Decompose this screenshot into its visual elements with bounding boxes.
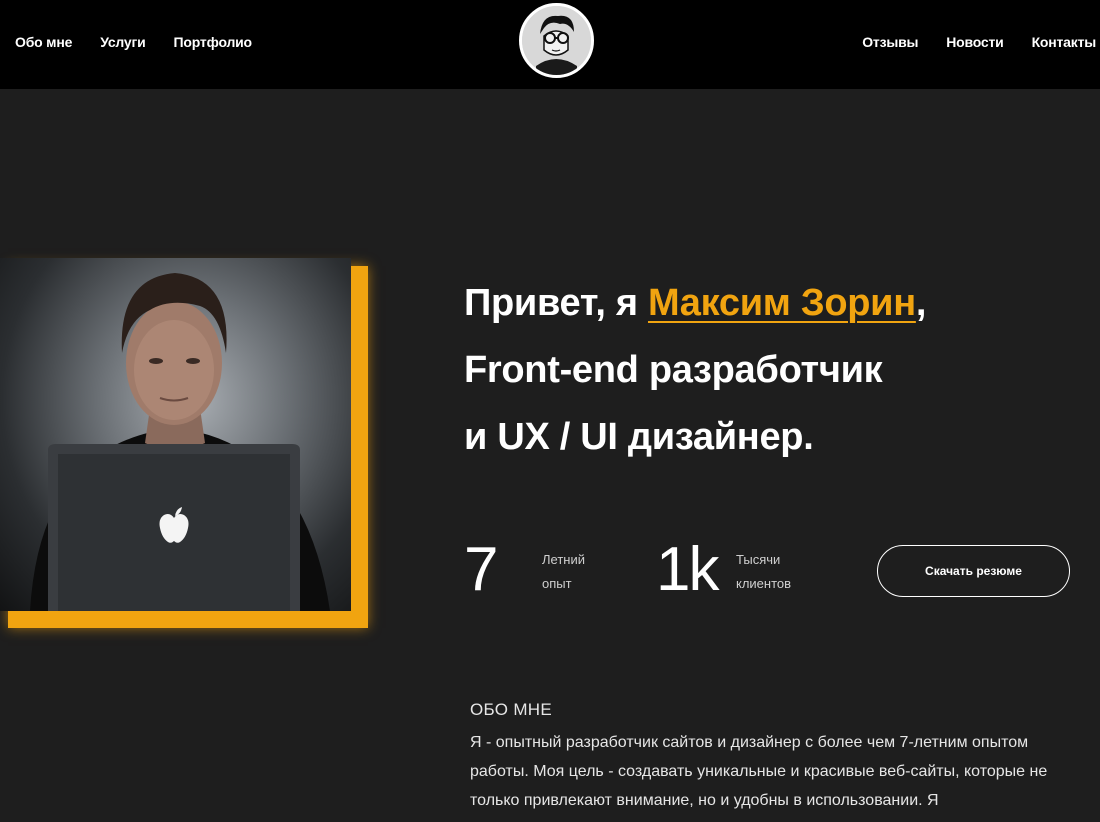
download-resume-button[interactable]: Скачать резюме <box>877 545 1070 597</box>
stat-experience-label: Летний опыт <box>542 548 585 596</box>
hero-photo <box>0 258 351 611</box>
about-section-title: ОБО МНЕ <box>470 700 553 719</box>
stat-experience-label-line2: опыт <box>542 576 572 591</box>
nav-left: Обо мне Услуги Портфолио <box>15 34 252 50</box>
hero-headline: Привет, я Максим Зорин, Front-end разраб… <box>464 270 926 471</box>
stat-experience-label-line1: Летний <box>542 552 585 567</box>
headline-role-frontend: Front-end разработчик <box>464 349 883 391</box>
top-navigation-bar: Обо мне Услуги Портфолио Отзывы Новости … <box>0 0 1100 89</box>
headline-role-designer: и UX / UI дизайнер. <box>464 416 814 458</box>
stat-clients-label-line1: Тысячи <box>736 552 781 567</box>
nav-link-about[interactable]: Обо мне <box>15 34 72 50</box>
nav-link-contacts[interactable]: Контакты <box>1032 34 1097 50</box>
nav-link-portfolio[interactable]: Портфолио <box>174 34 253 50</box>
nav-link-reviews[interactable]: Отзывы <box>862 34 918 50</box>
stat-experience-value: 7 <box>464 535 499 604</box>
logo-avatar-icon[interactable] <box>519 3 594 78</box>
stat-clients-label-line2: клиентов <box>736 576 792 591</box>
nav-link-services[interactable]: Услуги <box>100 34 146 50</box>
headline-comma: , <box>915 282 927 324</box>
about-section-text: Я - опытный разработчик сайтов и дизайне… <box>470 734 1048 809</box>
nav-right: Отзывы Новости Контакты <box>862 34 1096 50</box>
headline-greeting: Привет, я <box>464 282 648 324</box>
stat-clients-label: Тысячи клиентов <box>736 548 791 596</box>
stat-clients-value: 1k <box>656 535 720 604</box>
headline-name-link[interactable]: Максим Зорин <box>648 282 916 324</box>
nav-link-news[interactable]: Новости <box>946 34 1004 50</box>
